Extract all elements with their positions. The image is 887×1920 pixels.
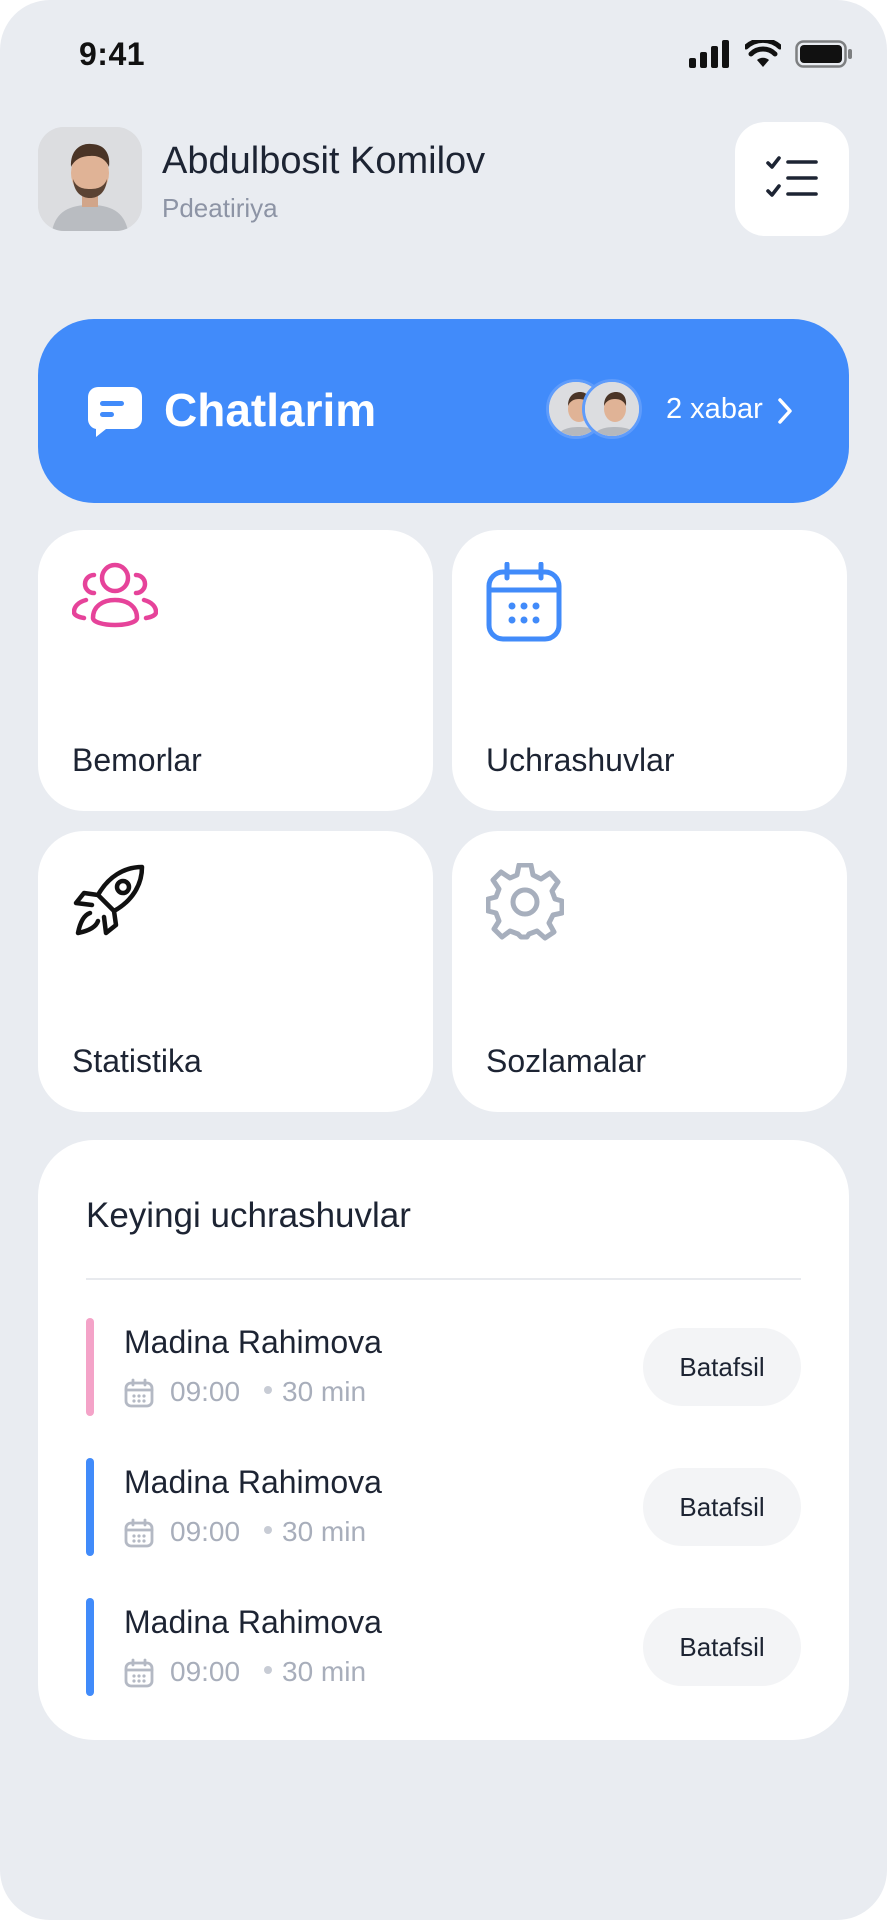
divider <box>86 1278 801 1280</box>
calendar-icon <box>124 1378 154 1408</box>
tile-label: Uchrashuvlar <box>486 742 675 778</box>
chevron-right-icon <box>778 398 792 424</box>
tile-settings[interactable]: Sozlamalar <box>452 831 847 1112</box>
appointment-time: 09:00 <box>170 1376 241 1407</box>
chat-avatars <box>546 379 646 443</box>
tile-statistics[interactable]: Statistika <box>38 831 433 1112</box>
calendar-icon <box>486 562 562 642</box>
status-time: 9:41 <box>79 36 146 72</box>
patient-name: Madina Rahimova <box>124 1604 382 1640</box>
tile-patients[interactable]: Bemorlar <box>38 530 433 811</box>
chat-avatar <box>582 379 642 439</box>
appointment-accent-bar <box>86 1458 94 1556</box>
appointment-item: Madina Rahimova 09:00 30 min Batafsil <box>86 1458 801 1558</box>
chat-bubble-icon <box>88 387 142 437</box>
user-role: Pdeatiriya <box>162 193 278 223</box>
appointment-item: Madina Rahimova 09:00 30 min Batafsil <box>86 1598 801 1698</box>
patient-name: Madina Rahimova <box>124 1464 382 1500</box>
appointment-time: 09:00 <box>170 1516 241 1547</box>
signal-icon <box>689 40 729 68</box>
user-avatar[interactable] <box>38 127 142 231</box>
appointment-time: 09:00 <box>170 1656 241 1687</box>
tile-label: Bemorlar <box>72 742 202 778</box>
tile-label: Statistika <box>72 1043 202 1079</box>
calendar-icon <box>124 1658 154 1688</box>
appointment-item: Madina Rahimova 09:00 30 min Batafsil <box>86 1318 801 1418</box>
phone-screen: 9:41 Abdulbosit Komilov Pdeatiriya Chatl… <box>0 0 887 1920</box>
separator-dot <box>264 1526 272 1534</box>
upcoming-appointments-card: Keyingi uchrashuvlar Madina Rahimova 09:… <box>38 1140 849 1740</box>
details-button[interactable]: Batafsil <box>643 1608 801 1686</box>
avatar-image <box>38 127 142 231</box>
appointment-accent-bar <box>86 1318 94 1416</box>
gear-icon <box>486 863 564 941</box>
tile-label: Sozlamalar <box>486 1043 647 1079</box>
tile-appointments[interactable]: Uchrashuvlar <box>452 530 847 811</box>
wifi-icon <box>745 40 781 67</box>
appointment-duration: 30 min <box>282 1376 367 1407</box>
rocket-icon <box>73 864 145 936</box>
patient-name: Madina Rahimova <box>124 1324 382 1360</box>
details-button[interactable]: Batafsil <box>643 1468 801 1546</box>
details-button[interactable]: Batafsil <box>643 1328 801 1406</box>
chat-banner[interactable]: Chatlarim 2 xabar <box>38 319 849 503</box>
chat-title: Chatlarim <box>164 384 377 436</box>
calendar-icon <box>124 1518 154 1548</box>
appointment-duration: 30 min <box>282 1516 367 1547</box>
users-icon <box>72 562 158 628</box>
appointment-duration: 30 min <box>282 1656 367 1687</box>
appointment-accent-bar <box>86 1598 94 1696</box>
separator-dot <box>264 1386 272 1394</box>
battery-icon <box>795 40 852 68</box>
separator-dot <box>264 1666 272 1674</box>
user-name: Abdulbosit Komilov <box>162 140 486 182</box>
section-title: Keyingi uchrashuvlar <box>86 1196 411 1235</box>
tasks-button[interactable] <box>735 122 849 236</box>
status-icons <box>689 40 853 68</box>
checklist-icon <box>766 156 818 197</box>
chat-message-count: 2 xabar <box>666 393 763 425</box>
